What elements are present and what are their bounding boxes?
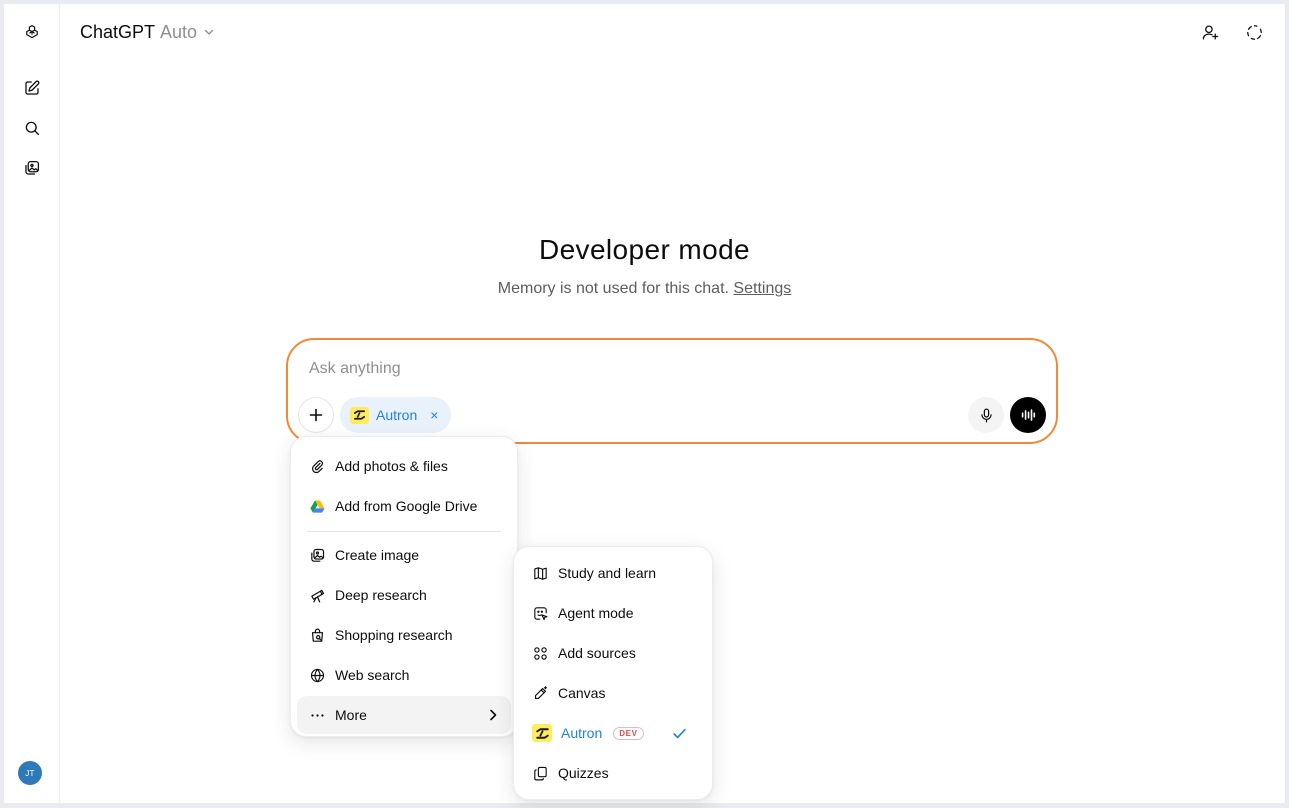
- chip-label: Autron: [376, 407, 418, 423]
- submenu-item-label: Study and learn: [558, 565, 657, 581]
- menu-item-web-search[interactable]: Web search: [297, 656, 511, 694]
- app-name: ChatGPT: [80, 21, 156, 42]
- submenu-item-canvas[interactable]: Canvas: [520, 674, 706, 712]
- menu-divider: [307, 531, 501, 532]
- shopping-bag-icon: [311, 628, 324, 642]
- prompt-input[interactable]: Ask anything: [309, 360, 401, 378]
- app-window: JT ChatGPT Auto Developer mode Memory is…: [4, 4, 1285, 803]
- voice-mode-button[interactable]: [1010, 397, 1046, 433]
- attach-menu: Add photos & files Add from Google Drive…: [290, 436, 518, 737]
- globe-icon: [310, 668, 325, 682]
- menu-item-label: Web search: [335, 667, 410, 683]
- new-chat-icon[interactable]: [16, 72, 48, 104]
- menu-item-label: Deep research: [335, 587, 427, 603]
- autron-logo-icon: [350, 406, 369, 424]
- submenu-item-study-and-learn[interactable]: Study and learn: [520, 554, 706, 592]
- menu-item-more[interactable]: More: [297, 696, 511, 734]
- dev-badge: DEV: [613, 726, 644, 740]
- paperclip-icon: [311, 459, 323, 473]
- submenu-item-label: Autron: [561, 725, 603, 741]
- submenu-item-add-sources[interactable]: Add sources: [520, 634, 706, 672]
- submenu-item-quizzes[interactable]: Quizzes: [520, 754, 706, 792]
- dictate-button[interactable]: [968, 397, 1004, 433]
- openai-logo-icon[interactable]: [16, 16, 48, 48]
- voice-wave-icon: [1021, 409, 1036, 421]
- model-name: Auto: [160, 21, 198, 42]
- sources-icon: [534, 646, 547, 660]
- menu-item-deep-research[interactable]: Deep research: [297, 576, 511, 614]
- menu-item-create-image[interactable]: Create image: [297, 536, 511, 574]
- add-button[interactable]: [298, 397, 334, 433]
- book-icon: [534, 566, 547, 580]
- menu-item-label: Create image: [335, 547, 420, 563]
- images-icon[interactable]: [16, 152, 48, 184]
- search-icon[interactable]: [16, 112, 48, 144]
- more-icon: [311, 713, 324, 717]
- chevron-down-icon: [202, 22, 215, 43]
- submenu-item-label: Canvas: [558, 685, 606, 701]
- composer: Ask anything Autron ×: [286, 338, 1058, 444]
- settings-link[interactable]: Settings: [733, 280, 791, 297]
- add-person-icon[interactable]: [1198, 20, 1222, 44]
- menu-item-google-drive[interactable]: Add from Google Drive: [297, 487, 511, 525]
- submenu-item-autron[interactable]: Autron DEV: [520, 714, 706, 752]
- agent-icon: [534, 606, 548, 620]
- menu-item-label: Add from Google Drive: [335, 498, 478, 514]
- canvas-pen-icon: [534, 685, 548, 699]
- google-drive-icon: [310, 499, 325, 513]
- memory-notice-text: Memory is not used for this chat.: [497, 280, 729, 297]
- telescope-icon: [311, 589, 325, 602]
- page-title: Developer mode: [538, 234, 751, 265]
- chevron-right-icon: [490, 709, 497, 721]
- more-submenu: Study and learn Agent mode Add sources C…: [513, 546, 713, 800]
- chip-close-icon[interactable]: ×: [430, 407, 438, 423]
- autron-tool-chip[interactable]: Autron ×: [340, 397, 451, 433]
- temporary-chat-icon[interactable]: [1242, 20, 1266, 44]
- submenu-item-agent-mode[interactable]: Agent mode: [520, 594, 706, 632]
- quizzes-icon: [534, 766, 547, 780]
- submenu-item-label: Quizzes: [558, 765, 609, 781]
- memory-notice: Memory is not used for this chat. Settin…: [4, 280, 1285, 298]
- microphone-icon: [980, 408, 992, 422]
- menu-item-label: Add photos & files: [335, 458, 448, 474]
- menu-item-label: More: [335, 707, 367, 723]
- menu-item-label: Shopping research: [335, 627, 453, 643]
- plus-icon: [309, 408, 323, 422]
- autron-logo-icon: [532, 724, 552, 742]
- menu-item-shopping-research[interactable]: Shopping research: [297, 616, 511, 654]
- image-icon: [311, 548, 325, 562]
- submenu-item-label: Agent mode: [558, 605, 634, 621]
- sidebar: JT: [4, 4, 60, 803]
- avatar[interactable]: JT: [18, 761, 42, 785]
- menu-item-add-photos-files[interactable]: Add photos & files: [297, 447, 511, 485]
- submenu-item-label: Add sources: [558, 645, 636, 661]
- check-icon: [673, 728, 686, 739]
- model-selector[interactable]: ChatGPT Auto: [80, 20, 215, 44]
